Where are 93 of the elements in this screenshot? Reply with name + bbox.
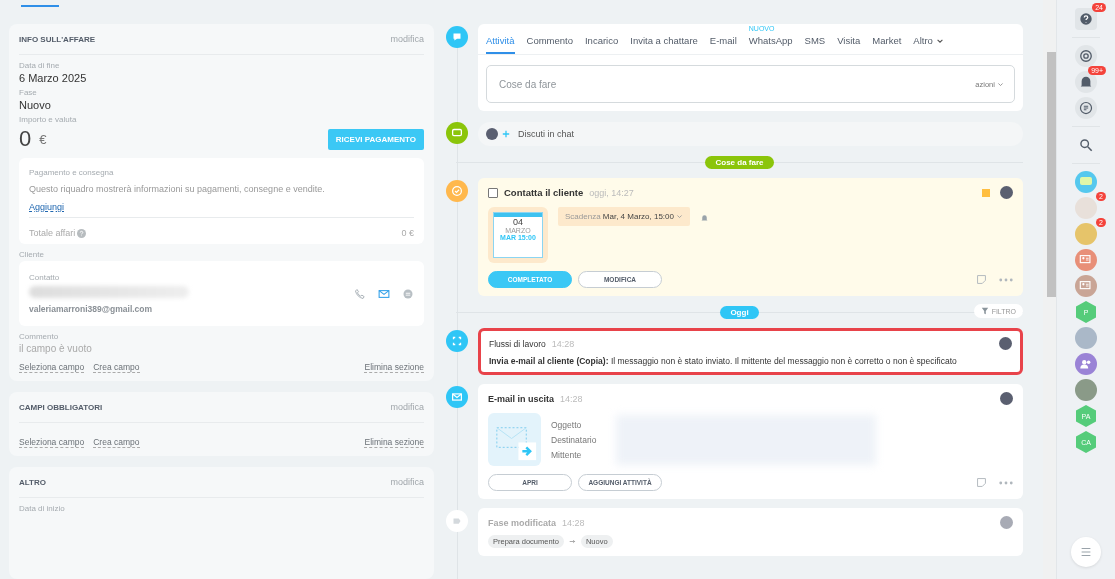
field-label: Cliente <box>19 250 45 259</box>
delete-section-link[interactable]: Elimina sezione <box>364 437 424 448</box>
avatar <box>486 128 498 140</box>
total-value: 0 € <box>401 228 414 238</box>
event-time: 14:28 <box>562 517 585 528</box>
chevron-icon <box>676 213 684 221</box>
chat-bubble-icon[interactable] <box>1075 171 1097 193</box>
section-divider-label: Oggi <box>720 305 759 319</box>
event-time: 14:28 <box>560 393 583 404</box>
composer-tab[interactable]: Commento <box>526 35 573 54</box>
avatar <box>1000 516 1013 529</box>
field-action-link[interactable]: Seleziona campo <box>19 437 85 448</box>
email-field-label: Oggetto <box>551 419 583 430</box>
mail-icon[interactable] <box>378 287 390 300</box>
field-label: Data di inizio <box>19 504 66 513</box>
phone-icon[interactable] <box>354 287 366 300</box>
bell-icon[interactable] <box>1075 71 1097 93</box>
avatar[interactable] <box>1075 223 1097 245</box>
note-icon[interactable] <box>976 477 987 488</box>
composer-tab[interactable]: Market <box>872 35 902 54</box>
field-action-link[interactable]: Crea campo <box>93 362 140 373</box>
field-value: Nuovo <box>19 99 52 111</box>
event-title: E-mail in uscita <box>488 393 555 404</box>
field-label: Data di fine <box>19 61 61 70</box>
task-node-icon <box>446 180 468 202</box>
avatar <box>999 337 1012 350</box>
workflow-message: Invia e-mail al cliente (Copia): Il messaggio non è stato inviato. Il mittente del messaggio non è corretto o non è specificato <box>489 356 958 366</box>
total-label: Totale affari <box>29 228 76 238</box>
comment-node-icon <box>446 26 468 48</box>
filter-icon <box>980 307 989 315</box>
composer-tab[interactable]: Invita a chattare <box>630 35 698 54</box>
target-icon[interactable] <box>1075 45 1097 67</box>
amount-value: 0 <box>19 126 32 152</box>
email-field-label: Destinatario <box>551 434 597 445</box>
task-time: oggi, 14:27 <box>589 187 634 198</box>
avatar[interactable] <box>1075 327 1097 349</box>
avatar <box>1000 186 1013 199</box>
help-icon[interactable] <box>1075 8 1097 30</box>
deadline-selector[interactable]: Scadenza Mar, 4 Marzo, 15:00 <box>558 207 691 226</box>
more-icon[interactable] <box>999 480 1013 485</box>
composer-tab[interactable]: SMS <box>804 35 826 54</box>
plus-icon <box>502 130 510 138</box>
envelope-drawing <box>488 413 541 466</box>
event-title: Flussi di lavoro <box>489 338 546 349</box>
avatar[interactable] <box>1075 379 1097 401</box>
composer-tab[interactable]: E-mail <box>709 35 737 54</box>
field-value: 6 Marzo 2025 <box>19 72 88 84</box>
field-label: Contatto <box>29 273 61 282</box>
panel-description: Questo riquadro mostrerà informazioni su pagamenti, consegne e vendite. <box>29 184 326 194</box>
composer-tab[interactable]: Attività <box>486 35 515 54</box>
section-divider-label: Cose da fare <box>705 155 774 169</box>
flag-icon <box>982 188 990 197</box>
task-title: Contatta il cliente <box>504 187 584 198</box>
avatar[interactable] <box>1075 197 1097 219</box>
chat-node-icon <box>446 122 468 144</box>
add-link[interactable]: Aggiungi <box>29 202 65 217</box>
more-icon[interactable] <box>999 277 1013 282</box>
email-field-label: Mittente <box>551 449 583 460</box>
chevron-icon <box>997 81 1004 88</box>
arrow-icon <box>568 538 576 545</box>
field-label: Commento <box>19 332 60 341</box>
contact-email: valeriamarroni389@gmail.com <box>29 304 154 314</box>
section-title: ALTRO <box>19 477 46 487</box>
composer-tab[interactable]: Incarico <box>585 35 619 54</box>
field-label: Fase <box>19 88 38 97</box>
chat-icon[interactable] <box>402 287 414 300</box>
field-value: il campo è vuoto <box>19 343 93 354</box>
contact-card-icon[interactable] <box>1075 275 1097 297</box>
panel-title: Pagamento e consegna <box>29 168 115 177</box>
event-time: 14:28 <box>551 338 575 349</box>
stage-node-icon <box>446 510 468 532</box>
event-title: Fase modificata <box>488 517 557 528</box>
menu-icon[interactable] <box>1071 537 1101 567</box>
section-title: CAMPI OBBLIGATORI <box>19 402 103 412</box>
chat-bar[interactable]: Discuti in chat <box>478 122 1023 146</box>
field-action-link[interactable]: Seleziona campo <box>19 362 85 373</box>
people-icon[interactable] <box>1075 353 1097 375</box>
avatar <box>1000 392 1013 405</box>
note-icon[interactable] <box>976 274 987 285</box>
tab-underline <box>21 5 59 7</box>
list-icon[interactable] <box>1075 97 1097 119</box>
task-checkbox[interactable] <box>488 187 498 198</box>
contact-card-icon[interactable] <box>1075 249 1097 271</box>
workflow-node-icon <box>446 330 468 352</box>
composer-tab[interactable]: Visita <box>837 35 861 54</box>
section-title: INFO SULL'AFFARE <box>19 34 96 44</box>
field-label: Importo e valuta <box>19 115 78 124</box>
composer-tab[interactable]: Altro <box>913 35 944 54</box>
field-action-link[interactable]: Crea campo <box>93 437 140 448</box>
mail-node-icon <box>446 386 468 408</box>
currency-symbol: € <box>39 131 47 147</box>
bell-icon[interactable] <box>700 213 710 222</box>
delete-section-link[interactable]: Elimina sezione <box>364 362 424 373</box>
